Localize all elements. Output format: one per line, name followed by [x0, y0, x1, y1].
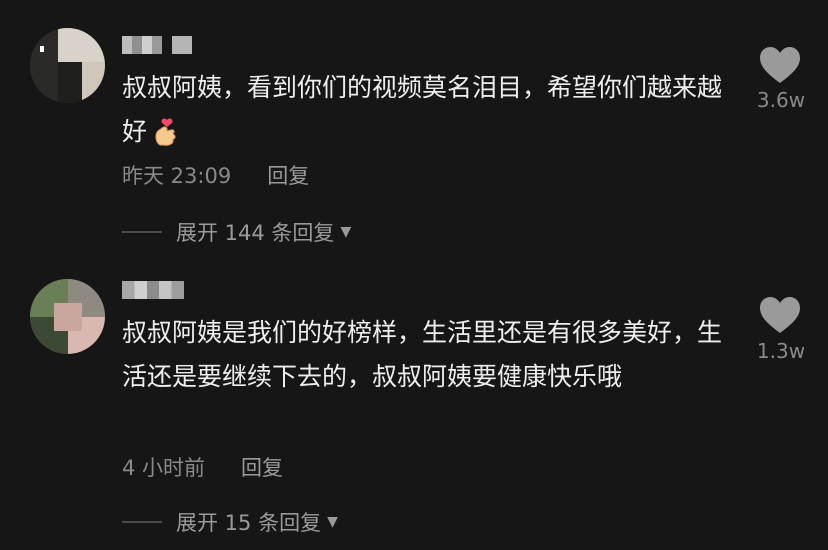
comment-text-content: 叔叔阿姨，看到你们的视频莫名泪目，希望你们越来越好	[122, 73, 723, 146]
username-redacted[interactable]	[122, 281, 184, 299]
comment-item: 叔叔阿姨是我们的好榜样，生活里还是有很多美好，生活还是要继续下去的，叔叔阿姨要健…	[0, 265, 828, 550]
caret-down-icon: ▼	[327, 514, 338, 530]
heart-icon[interactable]	[758, 45, 802, 85]
avatar[interactable]	[30, 279, 105, 354]
reply-button[interactable]: 回复	[267, 160, 309, 190]
like-count: 1.3w	[756, 339, 806, 363]
comment-text: 叔叔阿姨，看到你们的视频莫名泪目，希望你们越来越好	[122, 66, 732, 160]
expand-replies-button[interactable]: 展开 144 条回复 ▼	[122, 217, 351, 247]
avatar[interactable]	[30, 28, 105, 103]
comment-text: 叔叔阿姨是我们的好榜样，生活里还是有很多美好，生活还是要继续下去的，叔叔阿姨要健…	[122, 318, 723, 391]
reply-button[interactable]: 回复	[241, 452, 283, 482]
timestamp: 昨天 23:09	[122, 164, 232, 188]
divider-line	[122, 521, 162, 523]
username-redacted[interactable]	[122, 36, 192, 54]
expand-replies-label: 展开 144 条回复	[176, 221, 335, 245]
comment-meta: 4 小时前 回复	[122, 452, 283, 482]
expand-replies-button[interactable]: 展开 15 条回复 ▼	[122, 507, 338, 537]
caret-down-icon: ▼	[340, 224, 352, 240]
comment-item: 叔叔阿姨，看到你们的视频莫名泪目，希望你们越来越好 3.6w 昨天 23:09 …	[0, 0, 828, 265]
finger-heart-emoji-icon	[153, 116, 179, 160]
timestamp: 4 小时前	[122, 456, 206, 480]
expand-replies-label: 展开 15 条回复	[176, 511, 322, 535]
like-count: 3.6w	[756, 88, 806, 112]
heart-icon[interactable]	[758, 295, 802, 335]
comment-meta: 昨天 23:09 回复	[122, 160, 309, 190]
divider-line	[122, 231, 162, 233]
